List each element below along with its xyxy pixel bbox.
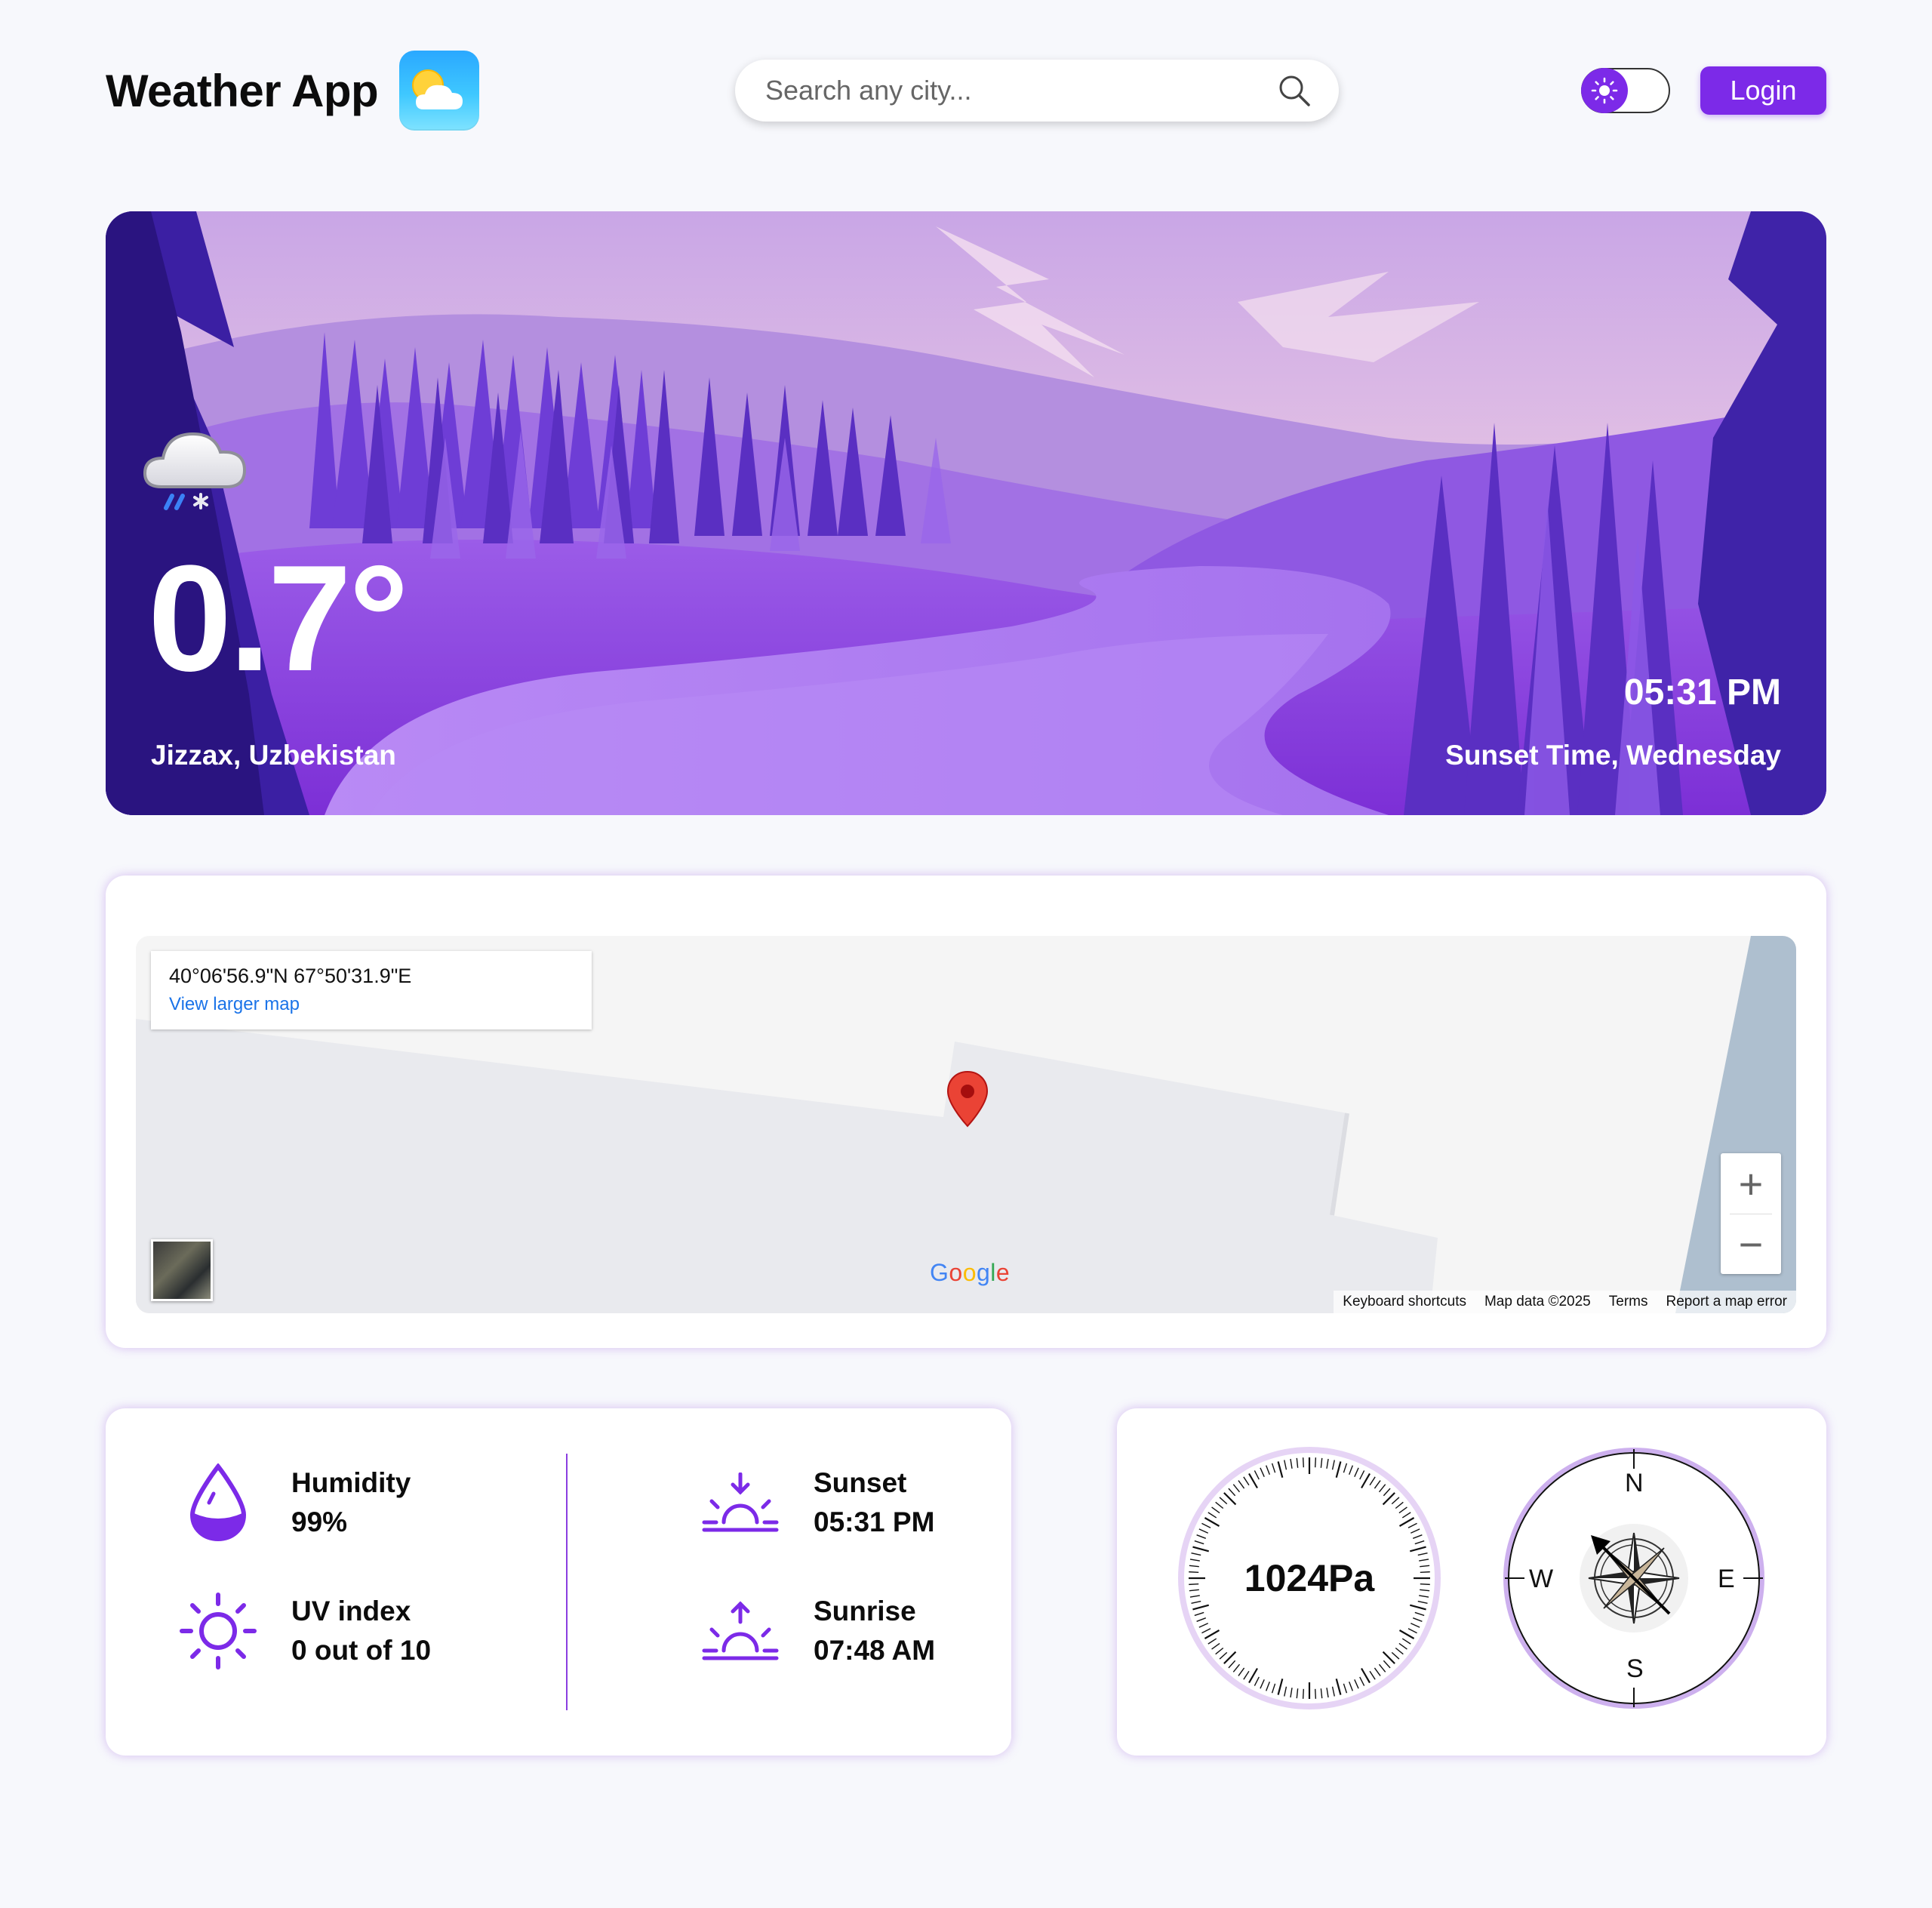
map-view[interactable]: 40°06'56.9"N 67°50'31.9"E View larger ma… [136, 936, 1796, 1313]
sun-icon [177, 1589, 260, 1673]
compass-south: S [1626, 1654, 1644, 1683]
sunrise-value: 07:48 AM [814, 1635, 936, 1666]
sunrise-stat: Sunrise 07:48 AM [699, 1589, 935, 1673]
humidity-stat: Humidity 99% [177, 1461, 411, 1544]
stats-card: Humidity 99% UV index 0 out of 10 Sunset… [106, 1408, 1011, 1756]
humidity-value: 99% [291, 1506, 348, 1537]
app-title: Weather App [106, 65, 379, 116]
uv-stat: UV index 0 out of 10 [177, 1589, 431, 1673]
current-time: 05:31 PM [1623, 672, 1781, 712]
map-footer: Keyboard shortcuts Map data ©2025 Terms … [1334, 1291, 1796, 1313]
theme-toggle[interactable] [1581, 68, 1670, 113]
weather-hero: 0.7° Jizzax, Uzbekistan 05:31 PM Sunset … [106, 211, 1826, 815]
sun-icon [1581, 68, 1628, 113]
partly-cloudy-icon [399, 51, 480, 131]
search-input[interactable] [765, 75, 1248, 106]
map-coordinates: 40°06'56.9"N 67°50'31.9"E [169, 965, 412, 987]
zoom-out-button[interactable]: − [1721, 1214, 1781, 1274]
gauges-card: 1024Pa N E S W [1117, 1408, 1826, 1756]
location: Jizzax, Uzbekistan [151, 740, 396, 771]
satellite-toggle[interactable] [151, 1239, 213, 1301]
uv-label: UV index [291, 1596, 411, 1626]
uv-value: 0 out of 10 [291, 1635, 432, 1666]
snow-cloud-icon [143, 432, 247, 510]
sunrise-label: Sunrise [814, 1596, 916, 1626]
search-bar [735, 60, 1339, 122]
droplet-icon [177, 1461, 260, 1544]
login-button[interactable]: Login [1700, 66, 1826, 115]
map-pin-icon[interactable] [946, 1070, 989, 1128]
pressure-value: 1024Pa [1244, 1557, 1375, 1599]
sunset-stat: Sunset 05:31 PM [699, 1461, 934, 1544]
map-data-text: Map data ©2025 [1484, 1294, 1591, 1309]
keyboard-shortcuts-link[interactable]: Keyboard shortcuts [1343, 1294, 1466, 1310]
brand: Weather App [106, 50, 480, 131]
sunrise-icon [699, 1589, 782, 1673]
time-subtitle: Sunset Time, Wednesday [1445, 740, 1781, 771]
compass-east: E [1718, 1565, 1735, 1593]
map-card: 40°06'56.9"N 67°50'31.9"E View larger ma… [106, 876, 1826, 1348]
compass-gauge: N E S W [1502, 1446, 1766, 1710]
view-larger-map-link[interactable]: View larger map [169, 994, 574, 1015]
pressure-gauge: 1024Pa [1177, 1446, 1441, 1710]
report-error-link[interactable]: Report a map error [1666, 1294, 1787, 1310]
humidity-label: Humidity [291, 1467, 411, 1498]
sunset-label: Sunset [814, 1467, 907, 1498]
compass-west: W [1529, 1565, 1554, 1593]
google-logo: Google [930, 1259, 1011, 1286]
app-header: Weather App Search any city... Login [106, 50, 1826, 131]
landscape-illustration [106, 211, 1826, 815]
temperature: 0.7° [148, 534, 409, 703]
sunset-value: 05:31 PM [814, 1506, 935, 1537]
search-icon[interactable] [1277, 73, 1312, 108]
zoom-controls: + − [1721, 1153, 1781, 1274]
compass-north: N [1625, 1469, 1644, 1497]
zoom-in-button[interactable]: + [1721, 1153, 1781, 1214]
stats-divider [566, 1454, 568, 1710]
map-info-box: 40°06'56.9"N 67°50'31.9"E View larger ma… [151, 951, 592, 1029]
terms-link[interactable]: Terms [1609, 1294, 1648, 1310]
sunset-icon [699, 1461, 782, 1544]
